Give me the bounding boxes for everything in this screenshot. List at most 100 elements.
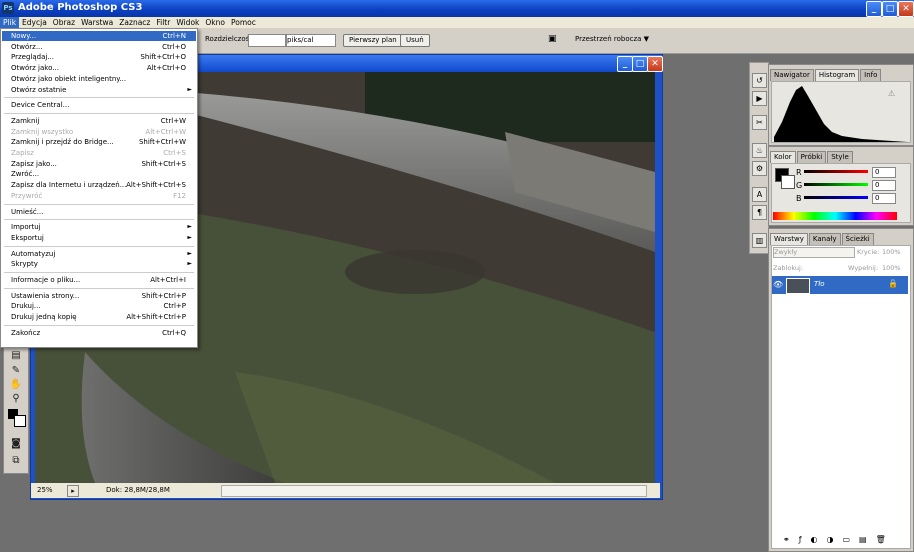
file-menu-item[interactable]: Nowy... Ctrl+N xyxy=(2,31,196,41)
svg-text:⚠: ⚠ xyxy=(888,89,895,98)
file-menu-item[interactable]: Ustawienia strony... Shift+Ctrl+P xyxy=(2,291,196,301)
panel-tab[interactable]: Próbki xyxy=(796,151,827,163)
red-slider[interactable] xyxy=(804,170,868,173)
file-menu-item[interactable]: Informacje o pliku... Alt+Ctrl+I xyxy=(2,275,196,285)
file-menu-item-label: Drukuj jedną kopię xyxy=(11,313,77,322)
opacity-value[interactable]: 100% xyxy=(882,248,901,256)
file-menu-item[interactable]: Drukuj jedną kopię Alt+Shift+Ctrl+P xyxy=(2,312,196,322)
file-menu-item[interactable]: Eksportuj ► xyxy=(2,233,196,243)
menu-2[interactable]: Obraz xyxy=(50,17,78,28)
toolbox: ▤ ✎ ✋ ⚲ ◙ ⧉ xyxy=(3,346,29,474)
panel-tab[interactable]: Histogram xyxy=(814,69,860,81)
submenu-arrow-icon: ► xyxy=(187,260,192,268)
file-menu-item-label: Otwórz... xyxy=(11,42,43,51)
file-menu-item-label: Zamknij xyxy=(11,116,40,125)
file-menu-item-shortcut: Ctrl+S xyxy=(163,149,186,157)
file-menu-item-shortcut: Alt+Ctrl+O xyxy=(146,64,186,73)
file-menu-item-label: Przeglądaj... xyxy=(11,53,54,62)
menu-4[interactable]: Zaznacz xyxy=(116,17,153,28)
file-menu-item[interactable]: Zapisz Ctrl+S xyxy=(2,148,196,158)
quick-mask-icon[interactable]: ◙ xyxy=(9,437,23,451)
file-menu-item[interactable]: Zwróć... xyxy=(2,169,196,179)
menu-8[interactable]: Pomoc xyxy=(228,17,259,28)
doc-minimize-button[interactable]: _ xyxy=(617,56,633,72)
panel-tab[interactable]: Kolor xyxy=(770,151,796,163)
menu-7[interactable]: Okno xyxy=(202,17,228,28)
panel-tab[interactable]: Info xyxy=(860,69,882,81)
fill-value[interactable]: 100% xyxy=(882,264,901,272)
doc-close-button[interactable]: ✕ xyxy=(647,56,663,72)
background-color-swatch[interactable] xyxy=(14,415,26,427)
zoom-tool-icon[interactable]: ⚲ xyxy=(9,392,23,406)
menu-3[interactable]: Warstwa xyxy=(78,17,116,28)
menu-5[interactable]: Filtr xyxy=(153,17,173,28)
file-menu-item[interactable]: Zamknij Ctrl+W xyxy=(2,116,196,126)
horizontal-scrollbar[interactable] xyxy=(221,485,647,497)
green-value[interactable]: 0 xyxy=(872,180,896,191)
file-menu-item-label: Zwróć... xyxy=(11,170,40,179)
menu-0[interactable]: Plik xyxy=(0,17,20,28)
layer-row-background[interactable]: 👁 Tło 🔒 xyxy=(772,276,908,294)
green-slider[interactable] xyxy=(804,183,868,186)
file-menu-item[interactable]: Przeglądaj... Shift+Ctrl+O xyxy=(2,52,196,62)
minimize-button[interactable]: _ xyxy=(866,1,882,17)
menu-6[interactable]: Widok xyxy=(173,17,202,28)
file-menu-item[interactable]: Skrypty ► xyxy=(2,259,196,269)
file-menu-item[interactable]: Zamknij i przejdź do Bridge... Shift+Ctrl… xyxy=(2,137,196,147)
panel-tab[interactable]: Style xyxy=(827,151,853,163)
blue-slider[interactable] xyxy=(804,196,868,199)
file-menu-item[interactable]: Otwórz jako... Alt+Ctrl+O xyxy=(2,63,196,73)
panel-tab[interactable]: Nawigator xyxy=(770,69,814,81)
resolution-unit-select[interactable]: piks/cal xyxy=(286,34,336,47)
front-image-button[interactable]: Pierwszy plan xyxy=(343,34,403,47)
eye-visibility-icon[interactable]: 👁 xyxy=(773,280,783,289)
clear-button[interactable]: Usuń xyxy=(400,34,430,47)
file-menu-item[interactable]: Zakończ Ctrl+Q xyxy=(2,328,196,338)
zoom-level[interactable]: 25% xyxy=(37,483,53,498)
red-value[interactable]: 0 xyxy=(872,167,896,178)
close-button[interactable]: ✕ xyxy=(898,1,914,17)
character-panel-icon[interactable]: A xyxy=(752,187,767,202)
file-menu-item[interactable]: Importuj ► xyxy=(2,222,196,232)
clone-source-icon[interactable]: ⚙ xyxy=(752,161,767,176)
panel-tab[interactable]: Warstwy xyxy=(770,233,808,245)
doc-maximize-button[interactable]: □ xyxy=(632,56,648,72)
eyedropper-tool-icon[interactable]: ✎ xyxy=(9,364,23,378)
file-menu-item[interactable]: Automatyzuj ► xyxy=(2,249,196,259)
layer-name[interactable]: Tło xyxy=(814,280,825,288)
file-menu-item[interactable]: Zamknij wszystko Alt+Ctrl+W xyxy=(2,127,196,137)
blue-value[interactable]: 0 xyxy=(872,193,896,204)
screen-mode-icon[interactable]: ⧉ xyxy=(9,454,23,468)
workspace-button[interactable]: Przestrzeń robocza ▼ xyxy=(575,35,649,43)
tool-presets-icon[interactable]: ✂ xyxy=(752,115,767,130)
file-menu-item[interactable]: Przywróć F12 xyxy=(2,191,196,201)
layers-footer-buttons[interactable]: ⚭ƒ◐◑▭▤🗑 xyxy=(783,535,909,547)
layer-comps-icon[interactable]: ▥ xyxy=(752,233,767,248)
document-size-info: Dok: 28,8M/28,8M xyxy=(106,486,170,494)
menu-1[interactable]: Edycja xyxy=(19,17,50,28)
file-menu-item[interactable]: Otwórz jako obiekt inteligentny... xyxy=(2,74,196,84)
camera-icon[interactable]: ▣ xyxy=(548,34,562,45)
panel-tab[interactable]: Kanały xyxy=(808,233,841,245)
file-menu-item[interactable]: Zapisz jako... Shift+Ctrl+S xyxy=(2,159,196,169)
status-menu-icon[interactable]: ▸ xyxy=(67,485,79,497)
hand-tool-icon[interactable]: ✋ xyxy=(9,378,23,392)
stamp-tool-icon[interactable]: ▤ xyxy=(9,349,23,363)
panel-tab[interactable]: Ścieżki xyxy=(841,233,874,245)
history-panel-icon[interactable]: ↺ xyxy=(752,73,767,88)
file-menu-item[interactable]: Umieść... xyxy=(2,207,196,217)
blend-mode-select[interactable]: Zwykły xyxy=(773,247,855,258)
file-menu-item[interactable]: Device Central... xyxy=(2,100,196,110)
file-menu-item[interactable]: Otwórz ostatnie ► xyxy=(2,85,196,95)
paragraph-panel-icon[interactable]: ¶ xyxy=(752,205,767,220)
photoshop-logo-icon: Ps xyxy=(2,2,14,14)
brushes-panel-icon[interactable]: ♨ xyxy=(752,143,767,158)
actions-panel-icon[interactable]: ▶ xyxy=(752,91,767,106)
maximize-button[interactable]: □ xyxy=(882,1,898,17)
background-color-chip[interactable] xyxy=(781,175,795,189)
file-menu-item[interactable]: Otwórz... Ctrl+O xyxy=(2,42,196,52)
file-menu-item[interactable]: Drukuj... Ctrl+P xyxy=(2,301,196,311)
color-spectrum-bar[interactable] xyxy=(773,212,897,220)
file-menu-item[interactable]: Zapisz dla Internetu i urządzeń... Alt+Sh… xyxy=(2,180,196,190)
resolution-input[interactable] xyxy=(248,34,286,47)
